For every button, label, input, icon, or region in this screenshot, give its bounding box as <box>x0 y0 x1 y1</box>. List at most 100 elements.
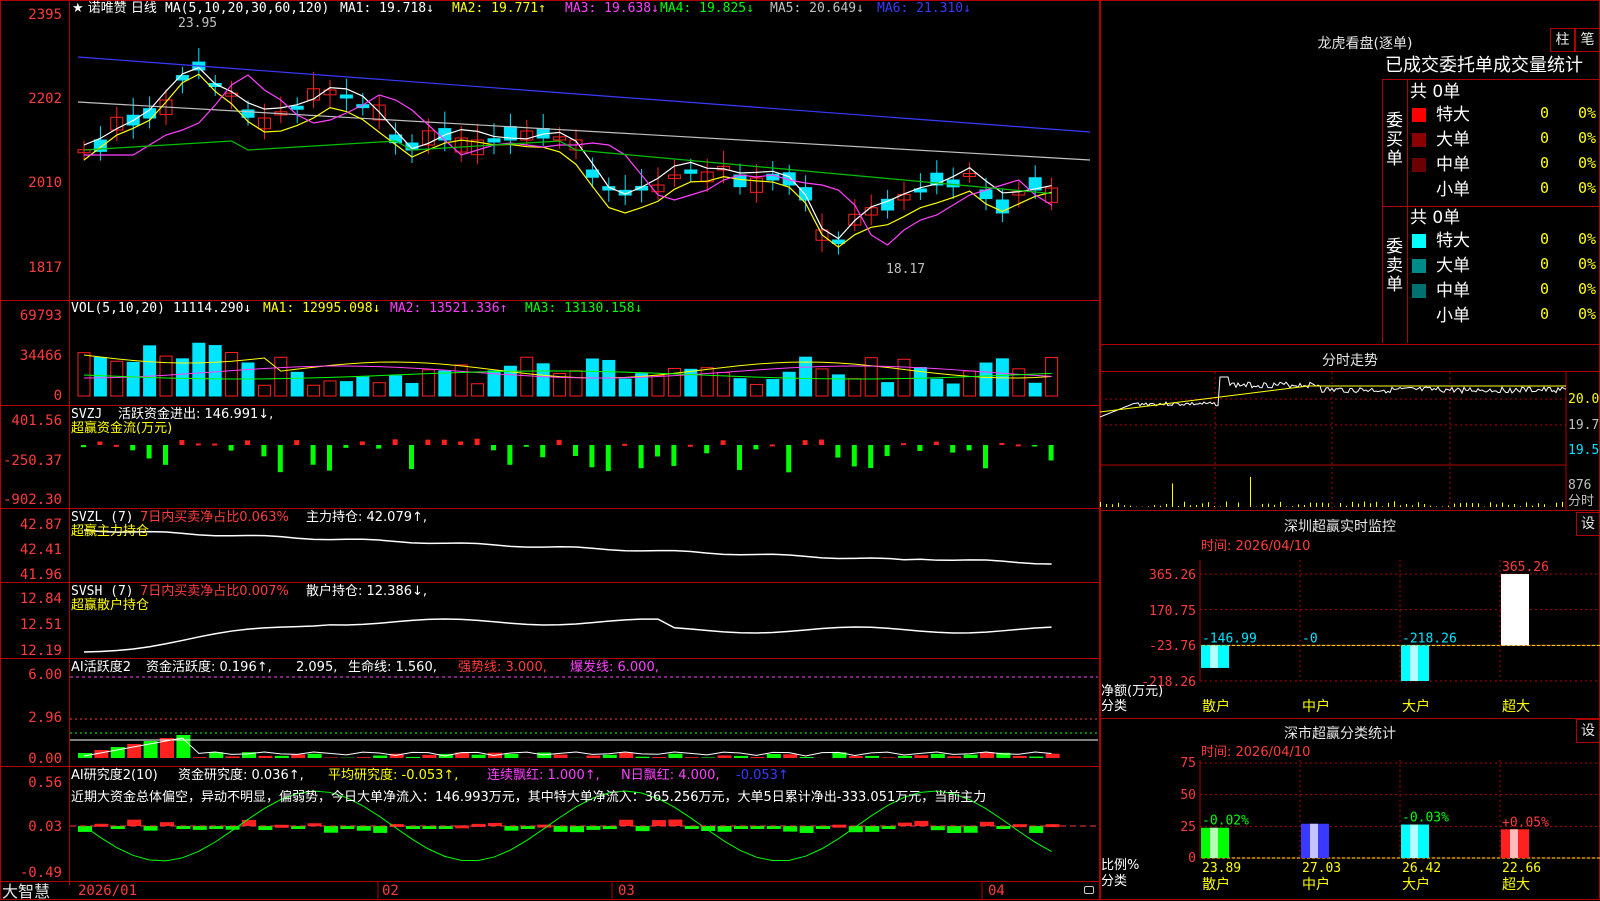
intraday-volume-bar <box>1526 502 1527 507</box>
monitor-axis-label: 365.26 <box>1140 568 1196 583</box>
intraday-volume-bar <box>1532 506 1533 507</box>
volume-bar <box>144 346 156 396</box>
volume-bar <box>832 375 844 396</box>
fund-flow-bar <box>885 445 890 456</box>
intraday-volume-bar <box>1262 504 1263 507</box>
intraday-volume-bar <box>1364 502 1365 507</box>
intraday-volume-bar <box>1328 503 1329 507</box>
research-bar <box>783 826 797 832</box>
fund-flow-bar <box>1032 445 1037 447</box>
monitor-axis-label: -23.76 <box>1140 639 1196 654</box>
volume-bar <box>504 366 516 396</box>
activity-line <box>84 738 1052 756</box>
ai-res-axis-label: 0.03 <box>0 820 62 835</box>
intraday-volume-bar <box>1460 503 1461 507</box>
order-color-swatch <box>1412 108 1426 122</box>
intraday-volume-bar <box>1160 506 1161 507</box>
volume-bar <box>275 357 287 396</box>
classify-axis-label: 75 <box>1140 756 1196 771</box>
right-sep-2 <box>1100 510 1600 511</box>
activity-bar <box>964 755 978 758</box>
fund-flow-bar <box>196 443 201 445</box>
candle-body <box>586 170 598 177</box>
volume-bar <box>357 377 369 396</box>
ma5-value: MA5: 20.649↓ <box>770 1 864 16</box>
main-chart-canvas[interactable] <box>0 0 1100 900</box>
volume-bar <box>111 361 123 396</box>
fund-flow-bar <box>655 445 660 456</box>
fund-flow-bar <box>901 443 906 445</box>
fund-flow-bar <box>81 445 86 447</box>
intraday-volume-bar <box>1358 504 1359 507</box>
order-count: 0 <box>1540 156 1549 171</box>
volume-bar <box>619 379 631 396</box>
volume-bar <box>78 353 90 396</box>
lock-icon[interactable] <box>1084 886 1094 894</box>
activity-bar <box>373 756 387 758</box>
intraday-axis-label: 分时 <box>1568 494 1594 509</box>
intraday-volume-bar <box>1496 504 1497 507</box>
bar-value-label: +0.05% <box>1502 815 1549 830</box>
ai-act-axis-label: 6.00 <box>0 668 62 683</box>
ma3-line <box>84 75 1052 245</box>
activity-bar <box>554 755 568 758</box>
research-bar <box>373 826 387 833</box>
ma1-value: MA1: 19.718↓ <box>340 1 434 16</box>
longhu-tabs[interactable]: 已成交委托单成交量统计 <box>1385 54 1600 78</box>
intraday-volume-bar <box>1388 503 1389 507</box>
bar-value-label: -0 <box>1302 631 1318 646</box>
order-count: 0 <box>1540 106 1549 121</box>
fund-flow-bar <box>179 440 184 445</box>
fund-flow-bar <box>294 440 299 445</box>
volume-bar <box>783 372 795 396</box>
candle-body <box>439 129 451 140</box>
bar-mode-button[interactable]: 柱 <box>1550 28 1575 52</box>
intraday-volume-bar <box>1118 503 1119 507</box>
intraday-chart[interactable] <box>1100 372 1600 510</box>
fund-flow-bar <box>376 445 381 449</box>
classify-axis-label: 0 <box>1140 851 1196 866</box>
volume-bar <box>750 384 762 396</box>
high-price-marker: 23.95 <box>178 16 217 31</box>
intraday-volume-bar <box>1436 506 1437 507</box>
ma4-line <box>84 141 1052 194</box>
intraday-volume-bar <box>1280 502 1281 507</box>
volume-bar <box>1013 369 1025 396</box>
date-label: 03 <box>618 884 635 899</box>
volume-bar <box>193 343 205 396</box>
activity-bar <box>685 757 699 758</box>
fund-flow-bar <box>343 445 348 448</box>
fund-flow-bar <box>786 445 791 472</box>
svzl-text2: 主力持仓: 42.079↑, <box>306 510 427 525</box>
main-holding-line <box>84 530 1052 564</box>
category-bar-highlight <box>1210 645 1218 668</box>
intraday-volume-bar <box>1112 504 1113 507</box>
activity-bar <box>226 756 240 758</box>
volume-bar <box>324 381 336 396</box>
fund-flow-bar <box>261 445 266 456</box>
intraday-volume-bar <box>1190 505 1191 507</box>
intraday-volume-bar <box>1238 502 1239 507</box>
volume-bar <box>964 371 976 396</box>
fund-flow-bar <box>212 444 217 446</box>
fund-flow-bar <box>737 445 742 470</box>
volume-bar <box>455 365 467 396</box>
intraday-volume-bar <box>1508 505 1509 507</box>
classify-settings-button[interactable]: 设 <box>1576 719 1600 743</box>
tick-mode-button[interactable]: 笔 <box>1575 28 1600 52</box>
bar-value-label: 26.42 <box>1402 861 1441 876</box>
fund-flow-bar <box>425 440 430 445</box>
fund-flow-bar <box>639 445 644 468</box>
volume-bar <box>291 372 303 396</box>
research-bar <box>931 826 945 830</box>
order-size-label: 特大 <box>1436 104 1470 126</box>
intraday-axis-label: 19.77 <box>1568 418 1600 433</box>
bar-value-label: 365.26 <box>1502 560 1549 575</box>
ai-res-t1: 资金研究度: 0.036↑, <box>178 768 304 783</box>
fund-flow-bar <box>967 445 972 450</box>
stock-title: ★ 诺唯赞 日线 <box>72 1 157 16</box>
vol-axis-label: 34466 <box>0 349 62 364</box>
monitor-settings-button[interactable]: 设 <box>1576 512 1600 536</box>
date-label: 04 <box>988 884 1005 899</box>
ma4-value: MA4: 19.825↓ <box>660 1 754 16</box>
